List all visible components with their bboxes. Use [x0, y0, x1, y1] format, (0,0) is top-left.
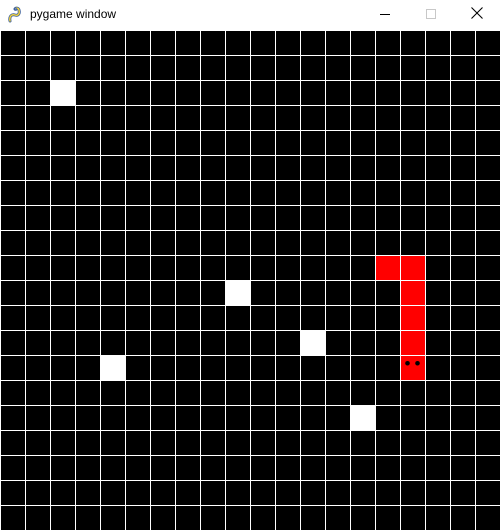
snake-body-segment [401, 256, 425, 280]
food-cube [351, 406, 375, 430]
close-icon [471, 6, 483, 24]
snake-body-segment [401, 331, 425, 355]
pygame-snake-icon [7, 6, 25, 24]
snake-eye-icon [405, 360, 410, 366]
maximize-button[interactable] [408, 0, 454, 30]
game-board[interactable] [0, 30, 500, 531]
snake-head [401, 356, 425, 380]
snake-eye-icon [415, 360, 420, 366]
snake-body-segment [401, 306, 425, 330]
close-button[interactable] [454, 0, 500, 30]
window-title: pygame window [30, 7, 117, 21]
food-cube [51, 81, 75, 105]
food-cube [101, 356, 125, 380]
minimize-icon [380, 6, 390, 24]
maximize-icon [426, 6, 436, 24]
title-bar[interactable]: pygame window [0, 0, 500, 30]
pygame-window: pygame window [0, 0, 500, 531]
game-canvas[interactable] [0, 30, 500, 531]
minimize-button[interactable] [362, 0, 408, 30]
food-cube [301, 331, 325, 355]
snake-body-segment [376, 256, 400, 280]
food-cube [226, 281, 250, 305]
snake-body-segment [401, 281, 425, 305]
